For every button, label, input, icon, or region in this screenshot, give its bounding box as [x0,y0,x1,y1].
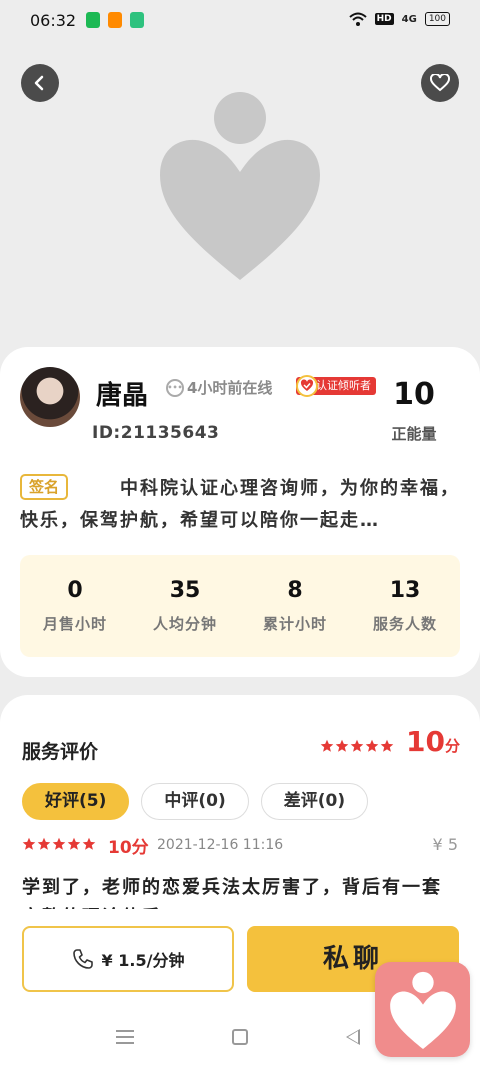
app-notification-icon [130,12,144,28]
tab-positive[interactable]: 好评(5) [22,783,130,820]
energy-value: 10 [393,377,435,412]
stat-label: 人均分钟 [152,615,217,633]
certification-badge: 认证倾听者 [296,375,376,397]
hd-badge: HD [374,13,394,25]
tab-neutral[interactable]: 中评(0) [141,783,249,820]
energy-label: 正能量 [391,425,437,443]
star-icon [22,837,36,850]
stat-label: 累计小时 [262,615,327,633]
user-id: ID:21135643 [92,423,220,443]
hero-banner [0,40,480,370]
review-text: 学到了，老师的恋爱兵法太厉害了，背后有一套完整的理论体系 [22,877,442,909]
wifi-icon [348,12,367,26]
heart-person-logo [389,971,456,1049]
signal-icon: 4G [401,13,417,25]
floating-app-button[interactable] [375,962,470,1057]
overall-score: 10分 [406,725,460,758]
back-triangle-icon[interactable] [346,1029,360,1045]
status-bar: 06:32 HD 4G 100 [0,0,480,40]
heart-person-logo [160,92,320,280]
signature-tag: 签名 [20,474,68,500]
battery-icon: 100 [424,12,450,26]
app-notification-icon [108,12,122,28]
app-notification-icon [86,12,100,28]
phone-icon [72,949,93,969]
status-time: 06:32 [30,11,77,30]
chat-bubble-icon: ••• [166,378,184,397]
overall-score-value: 10 [406,725,445,758]
avatar[interactable] [20,367,80,427]
stat-value: 8 [287,578,303,603]
certification-text: 认证倾听者 [316,379,371,392]
profile-card: 唐晶 ••• 4小时前在线 认证倾听者 ID:21135643 10 正能量 中… [0,347,480,677]
review-price: ¥ 5 [432,835,458,854]
online-status-text: 4小时前在线 [187,379,273,397]
review-score: 10分 [108,838,149,858]
stat-label: 服务人数 [372,615,437,633]
counselor-name: 唐晶 [96,381,149,411]
overall-rating-stars [320,739,394,753]
review-stars [22,837,96,851]
review-filter-tabs: 好评(5) 中评(0) 差评(0) [22,783,369,820]
star-icon [37,837,51,850]
stat-label: 月售小时 [42,615,107,633]
back-button[interactable] [21,64,59,102]
review-date: 2021-12-16 11:16 [157,837,284,853]
star-icon [67,837,81,850]
stat-value: 0 [67,578,83,603]
star-icon [82,837,96,850]
tab-negative[interactable]: 差评(0) [260,783,369,820]
heart-icon [430,74,450,92]
star-icon [320,739,334,752]
star-icon [52,837,66,850]
stat-value: 13 [389,578,421,603]
voice-call-button[interactable]: ¥ 1.5/分钟 [22,926,234,992]
stats-panel: 0 月售小时 35 人均分钟 8 累计小时 13 服务人数 [20,555,460,657]
signature-text: 中科院认证心理咨询师，为你的幸福，快乐，保驾护航，希望可以陪你一起走… [20,478,460,531]
status-indicators: HD 4G 100 [348,12,450,26]
star-icon [380,739,394,752]
stat-monthly-hours: 0 月售小时 [20,555,130,657]
home-icon[interactable] [232,1029,248,1045]
star-icon [365,739,379,752]
overall-score-unit: 分 [444,737,460,755]
star-icon [350,739,364,752]
verified-heart-icon [296,375,318,397]
call-price: ¥ 1.5/分钟 [101,951,185,970]
star-icon [335,739,349,752]
stat-total-hours: 8 累计小时 [240,555,350,657]
online-status: ••• 4小时前在线 [166,377,272,398]
stat-avg-minutes: 35 人均分钟 [130,555,240,657]
stat-value: 35 [169,578,201,603]
reviews-title: 服务评价 [22,741,99,763]
recent-apps-icon[interactable] [116,1030,134,1044]
stat-service-count: 13 服务人数 [350,555,460,657]
favorite-button[interactable] [421,64,459,102]
chevron-left-icon [34,75,44,91]
